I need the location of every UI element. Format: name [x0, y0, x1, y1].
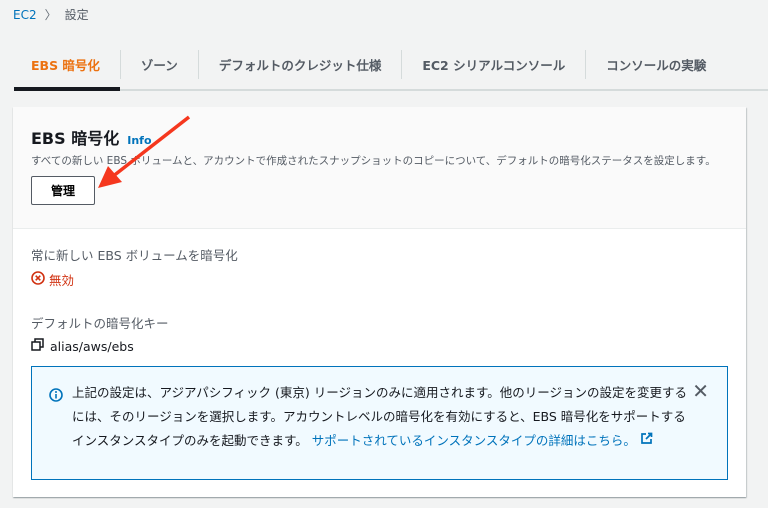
default-key-value: alias/aws/ebs: [50, 338, 134, 354]
chevron-right-icon: 〉: [44, 8, 57, 22]
info-alert: 上記の設定は、アジアパシフィック (東京) リージョンのみに適用されます。他のリ…: [31, 366, 728, 480]
external-link-icon[interactable]: [640, 432, 653, 448]
default-key-label: デフォルトの暗号化キー: [31, 316, 169, 331]
tab-bar: EBS 暗号化 ゾーン デフォルトのクレジット仕様 EC2 シリアルコンソール …: [14, 50, 768, 91]
tab-zones[interactable]: ゾーン: [119, 50, 198, 79]
ebs-encryption-card: EBS 暗号化 Info すべての新しい EBS ボリュームと、アカウントで作成さ…: [13, 107, 746, 497]
card-title: EBS 暗号化: [31, 129, 120, 148]
always-encrypt-status: 無効: [49, 273, 75, 288]
tab-serial-console[interactable]: EC2 シリアルコンソール: [401, 50, 585, 79]
supported-instance-types-link[interactable]: サポートされているインスタンスタイプの詳細はこちら。: [312, 433, 636, 448]
close-icon[interactable]: ✕: [692, 379, 709, 403]
breadcrumb: EC2 〉 設定: [13, 6, 89, 23]
breadcrumb-ec2-link[interactable]: EC2: [13, 8, 37, 22]
error-circle-icon: [31, 271, 45, 288]
card-header: EBS 暗号化 Info すべての新しい EBS ボリュームと、アカウントで作成さ…: [13, 107, 746, 229]
info-link[interactable]: Info: [127, 134, 151, 147]
tab-default-credit[interactable]: デフォルトのクレジット仕様: [197, 50, 402, 79]
info-icon: [49, 386, 63, 410]
copy-icon[interactable]: [31, 338, 44, 354]
breadcrumb-current: 設定: [64, 8, 89, 22]
always-encrypt-label: 常に新しい EBS ボリュームを暗号化: [31, 248, 238, 263]
card-description: すべての新しい EBS ボリュームと、アカウントで作成されたスナップショットのコ…: [31, 155, 716, 167]
manage-button[interactable]: 管理: [31, 176, 95, 205]
tab-console-experiments[interactable]: コンソールの実験: [585, 50, 726, 79]
tab-ebs-encryption[interactable]: EBS 暗号化: [14, 50, 120, 91]
